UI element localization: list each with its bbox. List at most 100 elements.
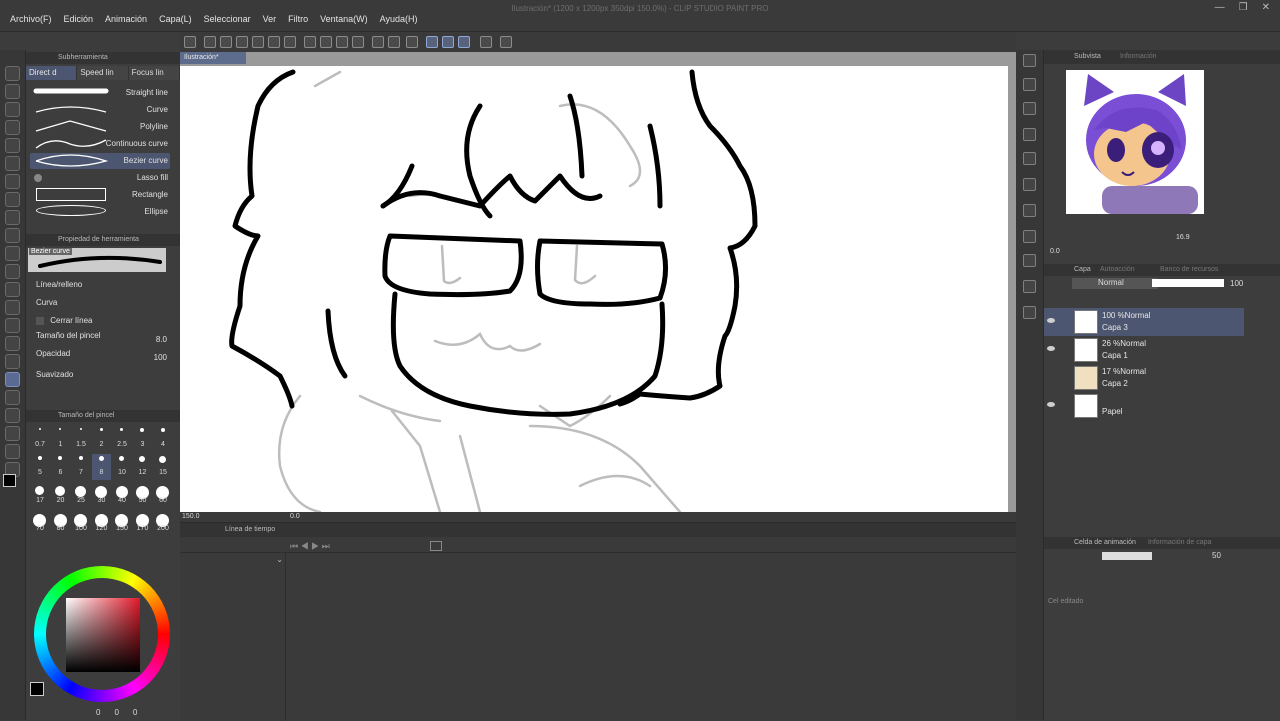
layer-opacity-value[interactable]: 100 [1230, 279, 1243, 288]
document-tab[interactable]: Ilustración* [180, 52, 246, 64]
brush-size-preset[interactable]: 2 [92, 426, 111, 452]
decoration-tool-icon[interactable] [5, 264, 20, 279]
text-tool-icon[interactable] [5, 426, 20, 441]
gradient-tool-icon[interactable] [5, 336, 20, 351]
balloon-tool-icon[interactable] [5, 444, 20, 459]
saturation-value-square[interactable] [66, 598, 140, 672]
brush-size-preset[interactable]: 8 [91, 454, 111, 480]
maximize-icon[interactable]: ❐ [1239, 2, 1248, 13]
brush-size-preset[interactable]: 60 [153, 482, 172, 508]
tab-subview[interactable]: Subvista [1074, 53, 1101, 60]
tab-focus-lines[interactable]: Focus lin [128, 66, 180, 80]
auto-action-icon[interactable] [1023, 280, 1036, 293]
subtool-continuous-curve[interactable]: Continuous curve [30, 136, 170, 152]
redo-icon[interactable] [284, 36, 296, 48]
brush-size-preset[interactable]: 1 [51, 426, 70, 452]
brush-size-preset[interactable]: 15 [153, 454, 172, 480]
eyedropper-icon[interactable] [5, 174, 20, 189]
navigator-icon[interactable] [1023, 54, 1036, 67]
open-icon[interactable] [204, 36, 216, 48]
brush-size-preset[interactable]: 7 [71, 454, 90, 480]
layer-row[interactable]: 100 %Normal Capa 3 [1044, 308, 1244, 336]
subtool-lasso-fill[interactable]: Lasso fill [30, 170, 170, 186]
lasso-tool-icon[interactable] [5, 138, 20, 153]
blend-tool-icon[interactable] [5, 300, 20, 315]
brush-size-preset[interactable]: 12 [133, 454, 152, 480]
brush-size-preset[interactable]: 150 [112, 510, 131, 536]
tab-speed-lines[interactable]: Speed lin [77, 66, 129, 80]
fill-icon[interactable] [336, 36, 348, 48]
smoothing-row[interactable]: Suavizado [36, 370, 171, 384]
subtool-ellipse[interactable]: Ellipse [30, 204, 170, 220]
pencil-tool-icon[interactable] [5, 210, 20, 225]
color-wheel[interactable] [34, 566, 170, 702]
subtool-rectangle[interactable]: Rectangle [30, 187, 170, 203]
eye-icon[interactable] [1047, 346, 1055, 351]
subtool-polyline[interactable]: Polyline [30, 119, 170, 135]
gear-icon[interactable] [500, 36, 512, 48]
rotation-value[interactable]: 0.0 [290, 513, 300, 520]
pen-tool-icon[interactable] [5, 192, 20, 207]
phone-icon[interactable] [480, 36, 492, 48]
menu-seleccionar[interactable]: Seleccionar [198, 14, 257, 24]
minimize-icon[interactable]: — [1215, 2, 1225, 13]
brush-size-preset[interactable]: 30 [92, 482, 111, 508]
brush-size-preset[interactable]: 50 [133, 482, 152, 508]
brush-size-preset[interactable]: 120 [92, 510, 111, 536]
canvas[interactable] [180, 66, 1008, 512]
select-icon[interactable] [388, 36, 400, 48]
tab-resource-bank[interactable]: Banco de recursos [1160, 266, 1218, 273]
move-tool-icon[interactable] [5, 120, 20, 135]
new-cel-icon[interactable] [430, 541, 442, 551]
frame-tool-icon[interactable] [5, 390, 20, 405]
cel-onion-slider[interactable] [1102, 552, 1152, 560]
item-bank-icon[interactable] [1023, 306, 1036, 319]
material-icon-2[interactable] [1023, 102, 1036, 115]
subtool-curve[interactable]: Curve [30, 102, 170, 118]
subtool-straight-line[interactable]: Straight line [30, 85, 170, 101]
layer-opacity-slider[interactable] [1152, 279, 1224, 287]
material-icon-3[interactable] [1023, 128, 1036, 141]
menu-ayuda[interactable]: Ayuda(H) [374, 14, 424, 24]
navigator-thumbnail[interactable] [1066, 70, 1204, 214]
nav-rotation-value[interactable]: 0.0 [1050, 248, 1060, 255]
undo-icon[interactable] [268, 36, 280, 48]
brush-size-preset[interactable]: 200 [153, 510, 172, 536]
tab-layer-info[interactable]: Información de capa [1148, 539, 1211, 546]
brush-size-preset[interactable]: 5 [30, 454, 49, 480]
auto-select-icon[interactable] [5, 156, 20, 171]
layer-row[interactable]: 17 %Normal Capa 2 [1044, 364, 1244, 392]
new-icon[interactable] [184, 36, 196, 48]
subtool-bezier-curve[interactable]: Bezier curve [30, 153, 170, 169]
brush-size-preset[interactable]: 4 [153, 426, 172, 452]
curve-row[interactable]: Curva [36, 298, 171, 312]
export-icon[interactable] [236, 36, 248, 48]
sun-icon[interactable] [304, 36, 316, 48]
brush-tool-icon[interactable] [5, 228, 20, 243]
menu-capa[interactable]: Capa(L) [153, 14, 198, 24]
cel-zoom-value[interactable]: 50 [1212, 551, 1221, 560]
close-line-checkbox[interactable] [36, 316, 44, 325]
settings-icon[interactable] [252, 36, 264, 48]
brush-size-preset[interactable]: 70 [30, 510, 49, 536]
clear-icon[interactable] [320, 36, 332, 48]
hand-tool-icon[interactable] [5, 84, 20, 99]
layer-row[interactable]: 26 %Normal Capa 1 [1044, 336, 1244, 364]
brush-size-preset[interactable]: 3 [133, 426, 152, 452]
brush-size-preset[interactable]: 10 [112, 454, 131, 480]
timeline-track-list[interactable]: ⌄ [196, 553, 286, 721]
line-fill-row[interactable]: Línea/relleno [36, 280, 171, 294]
ruler-tool-icon[interactable] [5, 408, 20, 423]
zoom-value[interactable]: 150.0 [182, 513, 200, 520]
save-icon[interactable] [220, 36, 232, 48]
menu-archivo[interactable]: Archivo(F) [4, 14, 58, 24]
pen-check-icon[interactable] [426, 36, 438, 48]
menu-filtro[interactable]: Filtro [282, 14, 314, 24]
tab-auto-action[interactable]: Autoacción [1100, 266, 1135, 273]
tab-animation-cels[interactable]: Celda de animación [1074, 539, 1136, 546]
deselect-icon[interactable] [406, 36, 418, 48]
menu-ventana[interactable]: Ventana(W) [314, 14, 374, 24]
search-icon[interactable] [1023, 204, 1036, 217]
brush-size-preset[interactable]: 100 [71, 510, 90, 536]
menu-ver[interactable]: Ver [257, 14, 283, 24]
